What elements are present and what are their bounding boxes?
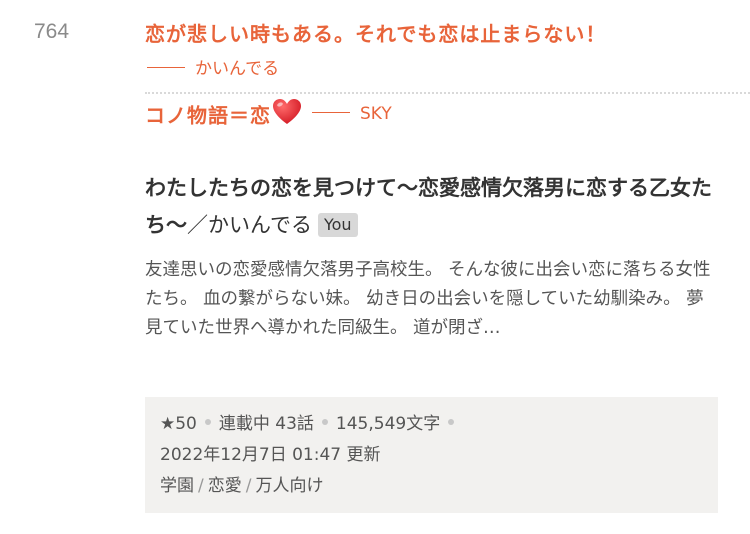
- you-badge: You: [317, 213, 358, 237]
- work-description: 友達思いの恋愛感情欠落男子高校生。 そんな彼に出会い恋に落ちる女性たち。 血の繋…: [145, 260, 711, 338]
- tag-separator: /: [198, 476, 204, 496]
- catchphrase-2-author-name: SKY: [360, 104, 392, 124]
- em-dash-line: [147, 66, 185, 68]
- catchphrase-1-author-name: かいんでる: [195, 59, 280, 79]
- genre-tags: 学園 / 恋愛 / 万人向け: [160, 471, 703, 502]
- star-count: ★50: [160, 414, 197, 434]
- tag-link[interactable]: 学園: [160, 476, 194, 496]
- tag-link[interactable]: 恋愛: [208, 476, 242, 496]
- bullet-dot: [204, 419, 211, 425]
- catchphrase-1-text: 恋が悲しい時もある。それでも恋は止まらない！: [145, 22, 607, 46]
- heart-icon: [272, 98, 302, 130]
- work-meta-box: ★50 連載中 43話 145,549文字 2022年12月7日 01:47 更新 …: [145, 397, 718, 513]
- catchphrase-1-author[interactable]: かいんでる: [147, 54, 279, 79]
- work-author-separator: ／: [187, 213, 208, 237]
- serial-status: 連載中 43話: [218, 414, 314, 434]
- work-title-block: わたしたちの恋を見つけて〜恋愛感情欠落男に恋する乙女たち〜／かいんでる You: [145, 170, 745, 244]
- bullet-dot: [448, 419, 455, 425]
- char-count: 145,549文字: [335, 414, 441, 434]
- tag-separator: /: [245, 476, 252, 496]
- updated-date: 2022年12月7日 01:47 更新: [160, 445, 381, 465]
- catchphrase-2: コノ物語＝恋 SKY: [145, 98, 392, 130]
- meta-stats-row: ★50 連載中 43話 145,549文字: [160, 409, 703, 440]
- catchphrase-2-author[interactable]: SKY: [312, 104, 392, 124]
- tag-link[interactable]: 万人向け: [255, 476, 323, 496]
- dotted-divider: [145, 92, 750, 94]
- work-author-link[interactable]: かいんでる: [208, 213, 312, 237]
- bullet-dot: [321, 419, 328, 425]
- catchphrase-2-text: コノ物語＝恋: [145, 103, 271, 128]
- em-dash-line: [312, 111, 350, 113]
- ranking-number: 764: [34, 20, 70, 43]
